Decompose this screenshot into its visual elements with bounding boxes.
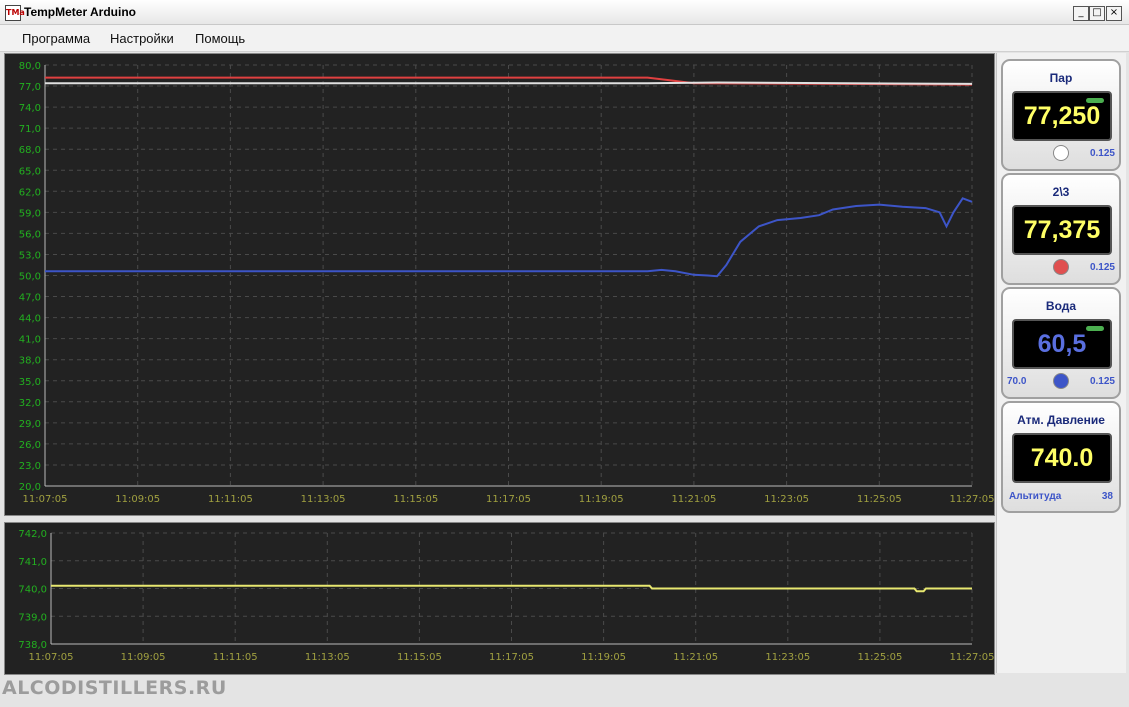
menu-help[interactable]: Помощь <box>195 31 245 46</box>
x-tick-label: 11:07:05 <box>23 494 68 505</box>
status-bar: ALCODISTILLERS.RU <box>0 675 1129 707</box>
sensor-value-two-thirds: 77,375 <box>1023 216 1101 244</box>
sensor-value-water: 60,5 <box>1037 330 1087 358</box>
sensor-title-water: Вода <box>1045 299 1077 313</box>
y-tick-label: 26,0 <box>19 440 41 451</box>
pressure-chart-svg: 738,0 739,0 740,0 741,0 742,0 11:07:05 11:09:0… <box>18 529 994 663</box>
y-tick-label: 74,0 <box>19 103 41 114</box>
sensor-color-dot-steam[interactable] <box>1053 145 1069 161</box>
sensor-title-two-thirds: 2\3 <box>1052 185 1070 199</box>
x-tick-label: 11:11:05 <box>213 652 258 663</box>
x-tick-label: 11:07:05 <box>29 652 74 663</box>
x-tick-label: 11:13:05 <box>305 652 350 663</box>
sensor-value-steam: 77,250 <box>1023 102 1101 130</box>
x-tick-label: 11:19:05 <box>581 652 626 663</box>
sensor-display-pressure: 740.0 <box>1012 433 1112 483</box>
x-tick-label: 11:15:05 <box>397 652 442 663</box>
sensor-title-pressure: Атм. Давление <box>1017 413 1105 427</box>
temperature-chart-svg: 20,0 23,0 26,0 29,0 32,0 35,0 38,0 41,0 44,0 47,0… <box>19 61 994 505</box>
x-tick-label: 11:15:05 <box>393 494 438 505</box>
altitude-value: 38 <box>1101 491 1113 502</box>
y-tick-label: 68,0 <box>19 145 41 156</box>
y-tick-label: 41,0 <box>19 335 41 346</box>
y-tick-label: 59,0 <box>19 208 41 219</box>
sensor-display-steam: 77,250 <box>1012 91 1112 141</box>
y-tick-label: 740,0 <box>18 585 47 596</box>
menu-bar: Программа Настройки Помощь <box>0 25 1129 52</box>
series-line-1 <box>45 81 973 85</box>
y-tick-label: 29,0 <box>19 419 41 430</box>
y-tick-label: 44,0 <box>19 314 41 325</box>
y-tick-label: 62,0 <box>19 187 41 198</box>
y-tick-label: 739,0 <box>18 612 47 623</box>
sensor-panel: Пар 77,250 0.125 2\3 77,375 0.125 Вода 6… <box>996 53 1126 673</box>
y-tick-label: 32,0 <box>19 398 41 409</box>
y-tick-label: 38,0 <box>19 356 41 367</box>
close-button[interactable]: × <box>1106 6 1122 21</box>
title-bar[interactable]: TMa TempMeter Arduino _ □ × <box>0 0 1129 25</box>
sensor-display-water: 60,5 <box>1012 319 1112 369</box>
app-window: TMa TempMeter Arduino _ □ × Программа На… <box>0 0 1129 707</box>
window-title: TempMeter Arduino <box>24 5 137 19</box>
sensor-card-water: Вода 60,5 70.0 0.125 <box>1001 287 1121 399</box>
site-watermark: ALCODISTILLERS.RU <box>2 677 227 699</box>
menu-settings[interactable]: Настройки <box>110 31 174 46</box>
x-tick-label: 11:19:05 <box>579 494 624 505</box>
y-tick-label: 741,0 <box>18 557 47 568</box>
x-tick-label: 11:25:05 <box>857 494 902 505</box>
sensor-card-pressure: Атм. Давление 740.0 Альтитуда 38 <box>1001 401 1121 513</box>
x-tick-label: 11:25:05 <box>857 652 902 663</box>
y-tick-label: 35,0 <box>19 377 41 388</box>
sensor-threshold-water: 70.0 <box>1007 376 1027 387</box>
x-tick-label: 11:21:05 <box>673 652 718 663</box>
x-tick-label: 11:09:05 <box>121 652 166 663</box>
x-tick-label: 11:27:05 <box>950 494 994 505</box>
app-icon: TMa <box>5 5 25 21</box>
x-tick-label: 11:09:05 <box>115 494 160 505</box>
y-tick-label: 53,0 <box>19 250 41 261</box>
sensor-step-steam: 0.125 <box>1089 148 1115 159</box>
x-tick-label: 11:13:05 <box>301 494 346 505</box>
y-tick-label: 20,0 <box>19 482 41 493</box>
pressure-chart: 738,0 739,0 740,0 741,0 742,0 11:07:05 11:09:0… <box>4 522 995 675</box>
maximize-button[interactable]: □ <box>1089 6 1105 21</box>
menu-program[interactable]: Программа <box>22 31 90 46</box>
x-tick-label: 11:23:05 <box>765 652 810 663</box>
sensor-step-water: 0.125 <box>1089 376 1115 387</box>
x-tick-label: 11:23:05 <box>764 494 809 505</box>
y-tick-label: 71,0 <box>19 124 41 135</box>
y-tick-label: 50,0 <box>19 272 41 283</box>
sensor-step-two-thirds: 0.125 <box>1089 262 1115 273</box>
y-tick-label: 742,0 <box>18 529 47 540</box>
minimize-button[interactable]: _ <box>1073 6 1089 21</box>
sensor-card-two-thirds: 2\3 77,375 0.125 <box>1001 173 1121 285</box>
y-tick-label: 47,0 <box>19 293 41 304</box>
y-tick-label: 77,0 <box>19 82 41 93</box>
y-tick-label: 738,0 <box>18 640 47 651</box>
sensor-title-steam: Пар <box>1049 71 1073 85</box>
x-tick-label: 11:27:05 <box>950 652 994 663</box>
x-tick-label: 11:21:05 <box>671 494 716 505</box>
y-tick-label: 56,0 <box>19 229 41 240</box>
sensor-color-dot-water[interactable] <box>1053 373 1069 389</box>
sensor-card-steam: Пар 77,250 0.125 <box>1001 59 1121 171</box>
y-tick-label: 23,0 <box>19 461 41 472</box>
x-tick-label: 11:17:05 <box>489 652 534 663</box>
sensor-display-two-thirds: 77,375 <box>1012 205 1112 255</box>
y-tick-label: 80,0 <box>19 61 41 72</box>
x-tick-label: 11:11:05 <box>208 494 253 505</box>
altitude-label: Альтитуда <box>1009 491 1062 502</box>
y-tick-label: 65,0 <box>19 166 41 177</box>
sensor-value-pressure: 740.0 <box>1030 444 1094 472</box>
x-tick-label: 11:17:05 <box>486 494 531 505</box>
temperature-chart: 20,0 23,0 26,0 29,0 32,0 35,0 38,0 41,0 44,0 47,0… <box>4 53 995 516</box>
sensor-color-dot-two-thirds[interactable] <box>1053 259 1069 275</box>
